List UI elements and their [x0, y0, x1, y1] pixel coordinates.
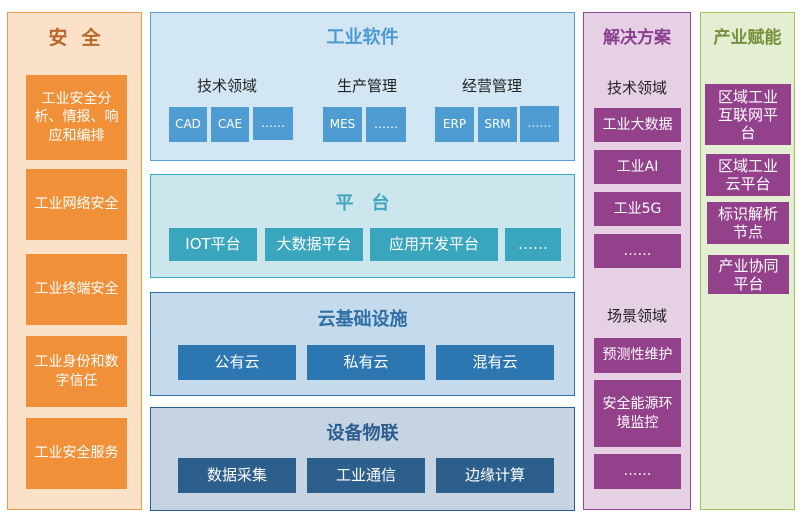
solutions-scene-label: 场景领域	[606, 307, 667, 325]
software-group-tech-label: 技术领域	[196, 77, 257, 95]
solutions-tech-label: 技术领域	[606, 79, 667, 97]
solution-item-predictive-maintenance[interactable]: 预测性维护	[594, 338, 681, 373]
iot-item-industrial-comm[interactable]: 工业通信	[307, 458, 425, 493]
software-group-production-label: 生产管理	[336, 77, 397, 95]
security-item-terminal[interactable]: 工业终端安全	[26, 254, 127, 325]
software-title: 工业软件	[326, 27, 399, 48]
platform-title: 平台	[335, 193, 408, 214]
solution-item-bigdata[interactable]: 工业大数据	[594, 108, 681, 142]
empowerment-item-collaboration[interactable]: 产业协同平台	[708, 255, 789, 294]
solutions-column: 解决方案 技术领域 工业大数据 工业AI 工业5G …… 场景领域 预测性维护 …	[583, 12, 691, 510]
iot-item-edge-computing[interactable]: 边缘计算	[436, 458, 554, 493]
cloud-title: 云基础设施	[317, 309, 408, 330]
software-item-srm[interactable]: SRM	[478, 107, 517, 142]
platform-layer: 平台 IOT平台 大数据平台 应用开发平台 ……	[150, 174, 575, 278]
software-item-production-more[interactable]: ……	[366, 107, 406, 142]
industrial-software-layer: 工业软件 技术领域 生产管理 经营管理 CAD CAE …… MES …… ER…	[150, 12, 575, 161]
software-item-erp[interactable]: ERP	[435, 107, 474, 142]
solution-item-ai[interactable]: 工业AI	[594, 150, 681, 184]
cloud-item-private[interactable]: 私有云	[307, 345, 425, 380]
security-item-analysis[interactable]: 工业安全分析、情报、响应和编排	[26, 75, 127, 160]
platform-item-bigdata[interactable]: 大数据平台	[265, 228, 363, 261]
solution-item-energy-monitoring[interactable]: 安全能源环境监控	[594, 380, 681, 447]
software-item-cae[interactable]: CAE	[211, 107, 249, 142]
security-column: 安全 工业安全分析、情报、响应和编排 工业网络安全 工业终端安全 工业身份和数字…	[7, 12, 142, 510]
software-item-cad[interactable]: CAD	[169, 107, 207, 142]
solution-item-scene-more[interactable]: ……	[594, 454, 681, 489]
empowerment-title: 产业赋能	[713, 28, 782, 48]
industry-empowerment-column: 产业赋能 区域工业互联网平台 区域工业云平台 标识解析节点 产业协同平台	[700, 12, 795, 510]
software-item-mes[interactable]: MES	[323, 107, 362, 142]
cloud-item-public[interactable]: 公有云	[178, 345, 296, 380]
security-item-identity[interactable]: 工业身份和数字信任	[26, 336, 127, 407]
empowerment-item-regional-cloud[interactable]: 区域工业云平台	[706, 154, 790, 196]
security-item-service[interactable]: 工业安全服务	[26, 418, 127, 489]
platform-item-more[interactable]: ……	[505, 228, 561, 261]
platform-item-iot[interactable]: IOT平台	[169, 228, 257, 261]
solutions-title: 解决方案	[603, 28, 671, 48]
software-item-business-more[interactable]: ……	[520, 106, 559, 142]
platform-item-appdev[interactable]: 应用开发平台	[370, 228, 498, 261]
solution-item-5g[interactable]: 工业5G	[594, 192, 681, 226]
cloud-infrastructure-layer: 云基础设施 公有云 私有云 混有云	[150, 292, 575, 396]
iot-item-data-collection[interactable]: 数据采集	[178, 458, 296, 493]
cloud-item-hybrid[interactable]: 混有云	[436, 345, 554, 380]
software-group-business-label: 经营管理	[461, 77, 522, 95]
empowerment-item-identifier-node[interactable]: 标识解析节点	[707, 202, 789, 244]
security-title: 安全	[48, 27, 115, 49]
empowerment-item-regional-iiot[interactable]: 区域工业互联网平台	[705, 84, 791, 145]
security-item-network[interactable]: 工业网络安全	[26, 169, 127, 240]
solution-item-tech-more[interactable]: ……	[594, 234, 681, 268]
software-item-tech-more[interactable]: ……	[253, 107, 293, 140]
device-iot-layer: 设备物联 数据采集 工业通信 边缘计算	[150, 407, 575, 511]
iot-title: 设备物联	[326, 423, 399, 444]
